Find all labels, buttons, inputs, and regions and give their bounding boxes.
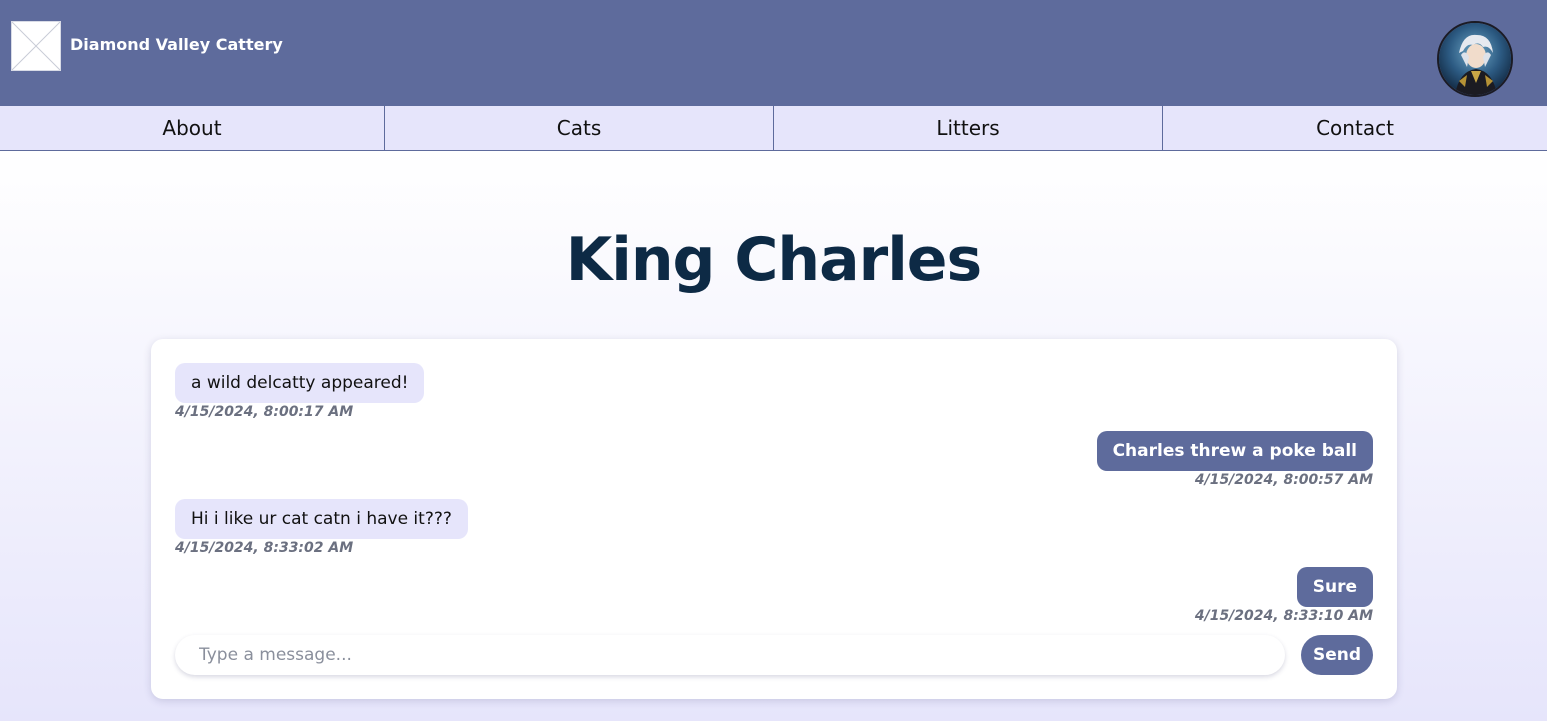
message-input[interactable]	[175, 635, 1285, 675]
chat-message-sent: Sure 4/15/2024, 8:33:10 AM	[1195, 567, 1373, 625]
nav-item-about[interactable]: About	[0, 106, 384, 150]
message-bubble: a wild delcatty appeared!	[175, 363, 425, 403]
message-bubble: Hi i like ur cat catn i have it???	[175, 499, 468, 539]
send-button[interactable]: Send	[1301, 635, 1373, 675]
nav-item-cats[interactable]: Cats	[384, 106, 773, 150]
message-timestamp: 4/15/2024, 8:33:02 AM	[175, 540, 354, 556]
nav-item-contact[interactable]: Contact	[1162, 106, 1547, 150]
main-nav: About Cats Litters Contact	[0, 106, 1547, 151]
message-bubble: Charles threw a poke ball	[1096, 431, 1373, 471]
message-compose-row: Send	[175, 635, 1373, 675]
chat-message-sent: Charles threw a poke ball 4/15/2024, 8:0…	[1096, 431, 1373, 489]
chat-message-received: Hi i like ur cat catn i have it??? 4/15/…	[175, 499, 468, 557]
user-avatar-icon[interactable]	[1437, 21, 1513, 97]
site-brand[interactable]: Diamond Valley Cattery	[70, 34, 283, 56]
message-timestamp: 4/15/2024, 8:00:17 AM	[175, 404, 354, 420]
message-timestamp: 4/15/2024, 8:00:57 AM	[1194, 472, 1373, 488]
page-title: King Charles	[565, 225, 982, 295]
message-bubble: Sure	[1296, 567, 1373, 607]
broken-image-icon[interactable]	[11, 21, 61, 71]
chat-panel: a wild delcatty appeared! 4/15/2024, 8:0…	[151, 339, 1397, 699]
message-timestamp: 4/15/2024, 8:33:10 AM	[1194, 608, 1373, 624]
nav-item-litters[interactable]: Litters	[773, 106, 1162, 150]
chat-message-received: a wild delcatty appeared! 4/15/2024, 8:0…	[175, 363, 425, 421]
site-header: Diamond Valley Cattery	[0, 0, 1547, 106]
